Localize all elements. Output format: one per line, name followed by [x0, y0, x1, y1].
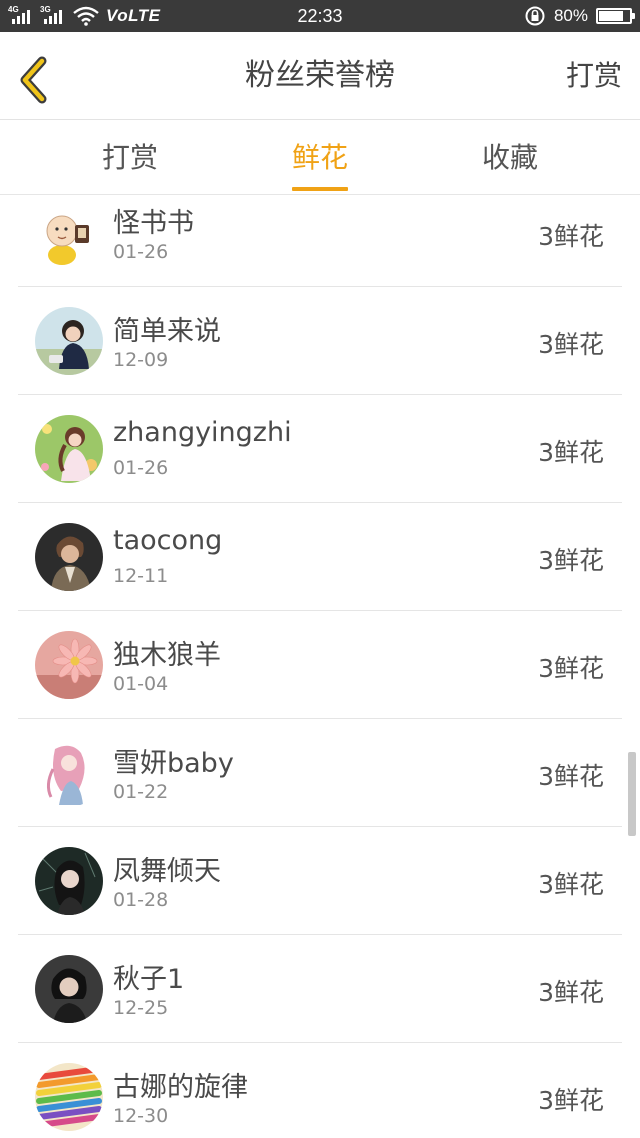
fan-name: 雪妍baby [113, 748, 234, 779]
battery-fill [599, 11, 623, 21]
list-item[interactable]: 雪妍baby 01-22 3鲜花 [0, 719, 640, 827]
list-item[interactable]: 独木狼羊 01-04 3鲜花 [0, 611, 640, 719]
list-item[interactable]: 简单来说 12-09 3鲜花 [0, 287, 640, 395]
fan-name: zhangyingzhi [113, 417, 292, 448]
fan-name: 秋子1 [113, 964, 185, 995]
page-title: 粉丝荣誉榜 [245, 58, 395, 93]
tab-label: 鲜花 [291, 141, 348, 174]
fan-date: 12-25 [113, 997, 169, 1019]
status-bar: 4G 3G VoLTE 22:33 80% [0, 0, 640, 32]
gift-count: 3鲜花 [538, 546, 604, 575]
gift-count: 3鲜花 [538, 654, 604, 683]
fan-name: 古娜的旋律 [113, 1072, 248, 1103]
fan-date: 12-11 [113, 565, 169, 587]
gift-count: 3鲜花 [538, 330, 604, 359]
tab-flowers[interactable]: 鲜花 [260, 121, 380, 195]
scrollbar[interactable] [628, 752, 636, 836]
fan-name: 怪书书 [113, 208, 194, 239]
colored-pencils-avatar [35, 1063, 103, 1131]
girl-in-flowers-avatar [35, 415, 103, 483]
active-tab-indicator [292, 187, 348, 191]
gift-count: 3鲜花 [538, 222, 604, 251]
fan-name: taocong [113, 525, 223, 556]
status-bar-right: 80% [524, 0, 635, 32]
fan-date: 12-09 [113, 349, 169, 371]
list-item[interactable]: zhangyingzhi 01-26 3鲜花 [0, 395, 640, 503]
gift-count: 3鲜花 [538, 978, 604, 1007]
tab-reward[interactable]: 打赏 [70, 121, 190, 195]
tab-favorites[interactable]: 收藏 [450, 121, 570, 195]
list-item[interactable]: 古娜的旋律 12-30 3鲜花 [0, 1043, 640, 1138]
fan-list[interactable]: 怪书书 01-26 3鲜花 简单来说 12-09 3鲜花 zhangyingzh… [0, 196, 640, 1138]
list-item[interactable]: 凤舞倾天 01-28 3鲜花 [0, 827, 640, 935]
gift-count: 3鲜花 [538, 762, 604, 791]
woman-short-hair-avatar [35, 955, 103, 1023]
tab-bar: 打赏 鲜花 收藏 [0, 121, 640, 195]
battery-icon [596, 8, 635, 24]
nav-header: 粉丝荣誉榜 打赏 [0, 32, 640, 120]
reward-button[interactable]: 打赏 [566, 32, 622, 120]
list-item[interactable]: taocong 12-11 3鲜花 [0, 503, 640, 611]
list-item[interactable]: 秋子1 12-25 3鲜花 [0, 935, 640, 1043]
fan-name: 简单来说 [113, 316, 221, 347]
fan-date: 01-26 [113, 241, 169, 263]
fan-date: 01-28 [113, 889, 169, 911]
list-item[interactable]: 怪书书 01-26 3鲜花 [0, 196, 640, 287]
anime-girl-avatar [35, 739, 103, 807]
woman-dark-avatar [35, 847, 103, 915]
tab-label: 打赏 [101, 141, 158, 174]
girl-photo-avatar [35, 307, 103, 375]
fan-date: 01-26 [113, 457, 169, 479]
pink-flower-avatar [35, 631, 103, 699]
man-portrait-avatar [35, 523, 103, 591]
fan-date: 01-22 [113, 781, 169, 803]
cartoon-monk-avatar [35, 197, 103, 265]
fan-name: 独木狼羊 [113, 640, 221, 671]
gift-count: 3鲜花 [538, 438, 604, 467]
fan-date: 01-04 [113, 673, 169, 695]
rotation-lock-icon [525, 6, 545, 26]
fan-date: 12-30 [113, 1105, 169, 1127]
gift-count: 3鲜花 [538, 1086, 604, 1115]
tab-label: 收藏 [481, 141, 538, 174]
gift-count: 3鲜花 [538, 870, 604, 899]
battery-percent: 80% [553, 6, 588, 25]
fan-name: 凤舞倾天 [113, 856, 221, 887]
app-screen: 4G 3G VoLTE 22:33 80% 粉丝荣誉榜 打赏 打赏 鲜花 收藏 … [0, 0, 640, 1138]
